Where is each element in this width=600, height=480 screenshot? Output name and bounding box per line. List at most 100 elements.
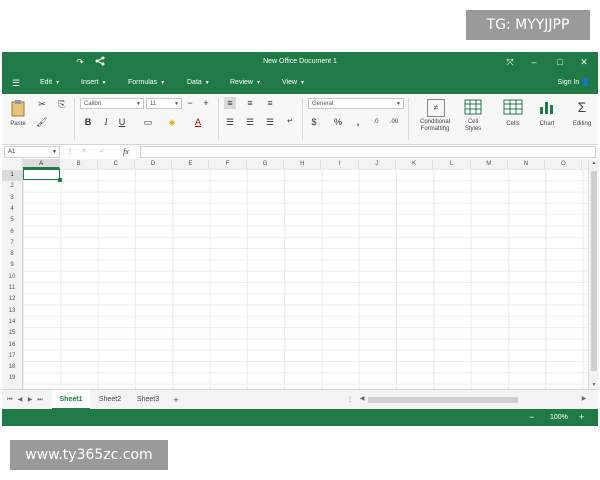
align-middle-icon[interactable]: ≡ — [244, 97, 256, 109]
first-sheet-icon[interactable]: ⏮ — [6, 394, 14, 406]
align-bottom-icon[interactable]: ≡ — [264, 97, 276, 109]
menu-view[interactable]: View ▼ — [282, 72, 305, 94]
tab-split-handle-icon[interactable]: ⋮ — [346, 394, 354, 406]
row-header[interactable]: 13 — [2, 306, 22, 317]
scroll-left-icon[interactable]: ◀ — [358, 393, 366, 405]
more-icon[interactable]: ⋮ — [64, 146, 76, 158]
cell-styles-button[interactable]: Cell Styles — [458, 96, 488, 142]
row-header[interactable]: 8 — [2, 249, 22, 260]
scroll-up-icon[interactable]: ▲ — [589, 160, 599, 166]
bold-icon[interactable]: B — [82, 116, 94, 128]
font-name-combo[interactable]: Calibri ▼ — [80, 98, 144, 109]
row-header[interactable]: 3 — [2, 193, 22, 204]
menu-review[interactable]: Review ▼ — [230, 72, 261, 94]
decrease-font-icon[interactable]: − — [184, 97, 196, 109]
cells-button[interactable]: Cells — [498, 96, 528, 142]
maximize-icon[interactable]: □ — [554, 56, 566, 68]
fill-color-icon[interactable]: ◈ — [166, 116, 178, 128]
row-header[interactable]: 15 — [2, 328, 22, 339]
tab-sheet1[interactable]: Sheet1 — [52, 390, 90, 410]
row-header[interactable]: 11 — [2, 283, 22, 294]
comma-style-icon[interactable]: , — [352, 116, 364, 128]
row-header[interactable]: 5 — [2, 215, 22, 226]
row-header[interactable]: 17 — [2, 351, 22, 362]
column-header[interactable]: L — [433, 159, 471, 169]
paste-button[interactable]: Paste — [6, 96, 30, 134]
scroll-down-icon[interactable]: ▼ — [589, 382, 599, 388]
chart-button[interactable]: Chart — [532, 96, 562, 142]
increase-decimal-icon[interactable]: .0 — [370, 116, 382, 128]
increase-font-icon[interactable]: + — [200, 97, 212, 109]
horizontal-scroll-thumb[interactable] — [368, 397, 518, 403]
column-header[interactable]: M — [471, 159, 508, 169]
column-header[interactable]: F — [210, 159, 247, 169]
share-icon[interactable] — [94, 56, 106, 68]
vertical-scrollbar[interactable]: ▲ ▼ — [588, 159, 599, 389]
add-sheet-button[interactable]: + — [168, 390, 184, 410]
row-header[interactable]: 10 — [2, 272, 22, 283]
tab-sheet2[interactable]: Sheet2 — [92, 390, 128, 410]
row-header[interactable]: 16 — [2, 340, 22, 351]
fullscreen-icon[interactable]: ⤧ — [504, 56, 516, 68]
font-size-combo[interactable]: 11 ▼ — [146, 98, 182, 109]
menu-data[interactable]: Data ▼ — [187, 72, 210, 94]
currency-icon[interactable]: $ — [308, 116, 320, 128]
cancel-entry-icon[interactable]: ✕ — [78, 146, 90, 158]
underline-icon[interactable]: U — [116, 116, 128, 128]
column-header[interactable]: B — [60, 159, 98, 169]
close-icon[interactable]: ✕ — [578, 56, 590, 68]
column-header[interactable]: H — [284, 159, 322, 169]
cut-icon[interactable]: ✂ — [36, 98, 48, 110]
fill-handle[interactable] — [58, 178, 62, 182]
formula-input[interactable] — [140, 146, 596, 158]
menu-insert[interactable]: Insert ▼ — [81, 72, 106, 94]
column-header[interactable]: J — [359, 159, 396, 169]
zoom-in-button[interactable]: + — [579, 409, 584, 426]
row-header[interactable]: 1 — [2, 170, 22, 182]
horizontal-scrollbar[interactable]: ◀ ▶ — [358, 396, 590, 404]
row-header[interactable]: 6 — [2, 227, 22, 238]
sign-in-button[interactable]: Sign In 👤 — [558, 72, 590, 94]
copy-icon[interactable]: ⎘ — [56, 98, 68, 110]
column-header[interactable]: O — [545, 159, 583, 169]
last-sheet-icon[interactable]: ⏭ — [36, 394, 44, 406]
row-header[interactable]: 14 — [2, 317, 22, 328]
editing-button[interactable]: Σ Editing — [566, 96, 598, 142]
selected-cell-a1[interactable] — [23, 169, 62, 182]
column-header[interactable]: A — [23, 159, 61, 169]
select-all-corner[interactable] — [2, 159, 23, 169]
name-box[interactable]: A1 ▼ — [4, 146, 60, 158]
row-header[interactable]: 2 — [2, 181, 22, 192]
scroll-right-icon[interactable]: ▶ — [580, 393, 588, 405]
borders-icon[interactable]: ▭ — [142, 116, 154, 128]
column-header[interactable]: E — [172, 159, 210, 169]
insert-function-icon[interactable]: fx — [120, 146, 132, 158]
column-header[interactable]: N — [508, 159, 546, 169]
percent-icon[interactable]: % — [332, 116, 344, 128]
align-top-icon[interactable]: ≡ — [224, 97, 236, 109]
vertical-scroll-thumb[interactable] — [591, 171, 597, 371]
confirm-entry-icon[interactable]: ✓ — [96, 146, 108, 158]
column-header[interactable]: G — [247, 159, 285, 169]
row-header[interactable]: 7 — [2, 238, 22, 249]
zoom-out-button[interactable]: − — [529, 409, 534, 426]
hamburger-menu-icon[interactable]: ☰ — [10, 77, 22, 89]
tab-sheet3[interactable]: Sheet3 — [130, 390, 166, 410]
column-header[interactable]: I — [321, 159, 359, 169]
number-format-combo[interactable]: General ▼ — [308, 98, 404, 109]
font-color-icon[interactable]: A — [192, 116, 204, 128]
menu-edit[interactable]: Edit ▼ — [40, 72, 60, 94]
conditional-formatting-button[interactable]: ≠ Conditional Formatting — [414, 96, 456, 142]
row-header[interactable]: 18 — [2, 362, 22, 373]
redo-icon[interactable]: ↷ — [74, 56, 86, 68]
next-sheet-icon[interactable]: ▶ — [26, 394, 34, 406]
minimize-icon[interactable]: – — [528, 56, 540, 68]
align-center-icon[interactable]: ☰ — [244, 116, 256, 128]
column-header[interactable]: D — [135, 159, 173, 169]
format-painter-icon[interactable]: 🖌 — [36, 116, 48, 128]
row-header[interactable]: 4 — [2, 204, 22, 215]
italic-icon[interactable]: I — [100, 116, 112, 128]
column-header[interactable]: K — [396, 159, 434, 169]
wrap-text-icon[interactable]: ↵ — [284, 116, 296, 128]
row-header[interactable]: 12 — [2, 294, 22, 305]
